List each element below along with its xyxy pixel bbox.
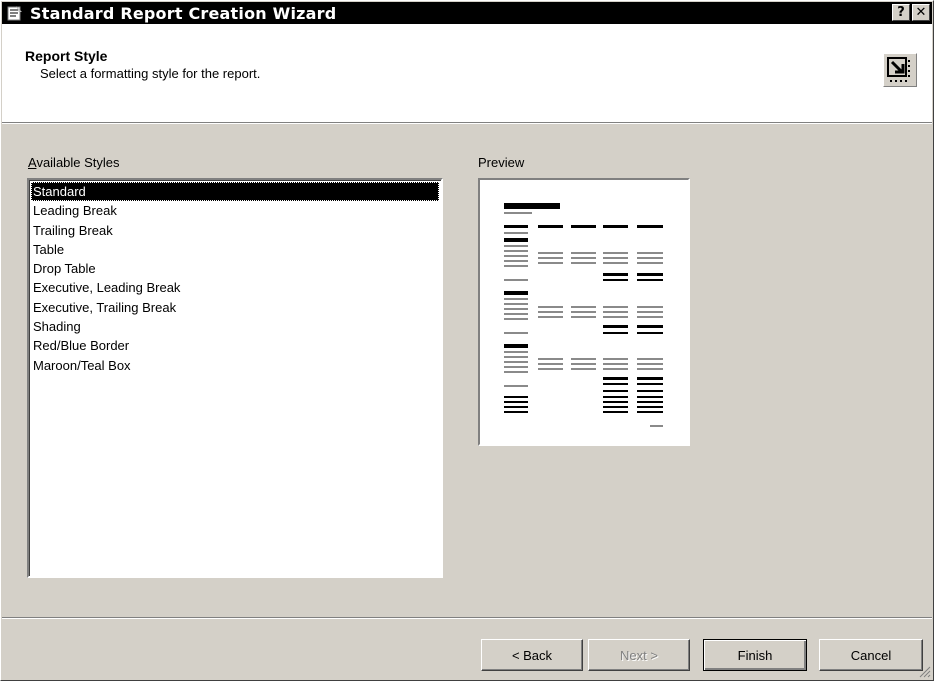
window-title: Standard Report Creation Wizard [30,3,337,23]
cancel-button-label: Cancel [850,647,892,663]
title-bar[interactable]: Standard Report Creation Wizard ? ✕ [2,2,932,24]
styles-listbox[interactable]: Standard Leading Break Trailing Break Table… [27,178,443,578]
style-list-item[interactable]: Standard [31,182,439,202]
wizard-arrow-icon [883,53,917,87]
header-divider [2,122,932,124]
available-styles-label-text: vailable Styles [36,155,120,170]
style-list-item[interactable]: Trailing Break [31,221,439,240]
help-button[interactable]: ? [892,4,910,21]
close-button[interactable]: ✕ [912,4,930,21]
next-button-label: Next > [620,647,658,663]
style-list-item[interactable]: Leading Break [31,201,439,220]
cancel-button[interactable]: Cancel [819,639,923,671]
page-subtitle: Select a formatting style for the report… [40,66,261,81]
wizard-header: Report Style Select a formatting style f… [2,24,932,122]
style-preview [478,178,690,446]
style-list-item[interactable]: Executive, Trailing Break [31,298,439,317]
back-button[interactable]: < Back [481,639,583,671]
footer-divider [2,617,932,619]
available-styles-label: Available Styles [28,155,120,170]
style-list-item[interactable]: Drop Table [31,259,439,278]
close-icon: ✕ [915,5,927,20]
preview-label: Preview [478,155,525,170]
app-icon [6,4,24,22]
finish-button[interactable]: Finish [703,639,807,671]
page-title: Report Style [25,48,108,64]
preview-thumbnail [504,203,663,427]
style-list-item[interactable]: Executive, Leading Break [31,278,439,297]
resize-grip-icon[interactable] [917,664,931,678]
style-list-item[interactable]: Table [31,240,439,259]
style-list-item[interactable]: Red/Blue Border [31,336,439,355]
finish-button-label: Finish [737,647,773,663]
wizard-dialog: Standard Report Creation Wizard ? ✕ Repo… [0,0,934,681]
style-list-item[interactable]: Shading [31,317,439,336]
next-button[interactable]: Next > [588,639,690,671]
style-list-item[interactable]: Maroon/Teal Box [31,356,439,375]
back-button-label: < Back [511,647,553,663]
